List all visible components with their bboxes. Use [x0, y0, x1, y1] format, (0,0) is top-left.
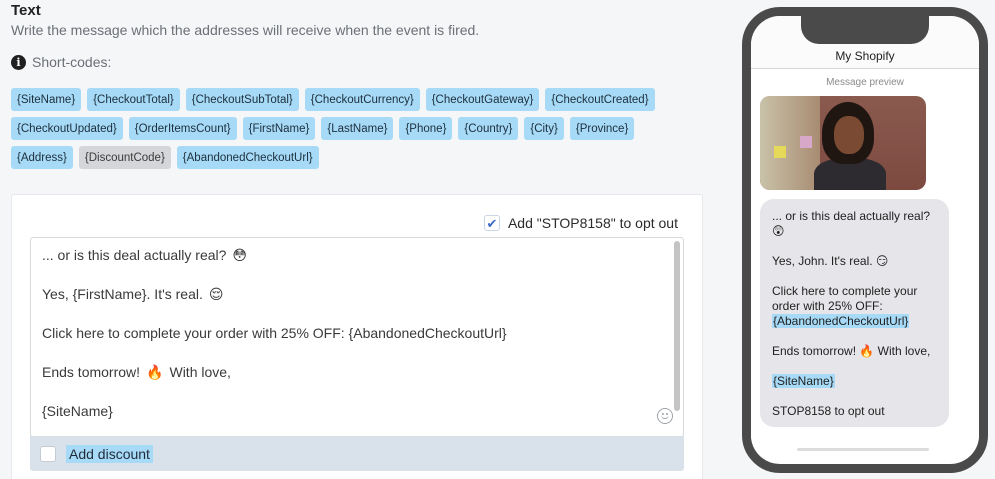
section-description: Write the message which the addresses wi… [11, 22, 480, 38]
message-editor-card: ✔ Add "STOP8158" to opt out ... or is th… [11, 194, 703, 479]
shortcode-chip[interactable]: {CheckoutCreated} [545, 88, 655, 111]
shortcodes-header: i Short-codes: [11, 54, 111, 70]
shortcode-chip[interactable]: {CheckoutCurrency} [304, 88, 420, 111]
surprised-emoji-icon: 😲 [772, 224, 785, 238]
message-line-text: Yes, {FirstName}. It's real. [42, 286, 203, 302]
shortcode-chip[interactable]: {Phone} [399, 117, 453, 140]
relieved-emoji-icon: 😌 [208, 286, 224, 302]
message-textarea[interactable]: ... or is this deal actually real? 😳 Yes… [30, 237, 684, 437]
message-text-section: Text Write the message which the address… [0, 0, 720, 479]
shortcode-chip[interactable]: {Address} [11, 146, 73, 169]
astonished-emoji-icon: 😳 [232, 247, 248, 263]
message-preview-label: Message preview [826, 77, 904, 88]
message-line-text: Click here to complete your order with 2… [42, 325, 507, 341]
smirk-emoji-icon: 😏 [875, 254, 889, 268]
shortcode-chip[interactable]: {Province} [569, 117, 635, 140]
message-line-text: {SiteName} [42, 403, 113, 419]
emoji-picker-icon[interactable] [657, 408, 673, 424]
shortcode-chip[interactable]: {SiteName} [11, 88, 82, 111]
bubble-line: ... or is this deal actually real? 😲 [772, 209, 931, 238]
shortcode-list: {SiteName} {CheckoutTotal} {CheckoutSubTot… [11, 88, 701, 169]
fire-emoji-icon: 🔥 [146, 364, 164, 380]
check-icon: ✔ [486, 215, 498, 231]
shortcode-chip[interactable]: {LastName} [321, 117, 394, 140]
message-line: ... or is this deal actually real? 😳 [42, 247, 659, 286]
phone-preview: My Shopify Message preview ... or is thi… [742, 7, 988, 473]
optout-toggle[interactable]: ✔ Add "STOP8158" to opt out [483, 215, 678, 231]
bubble-line: Click here to complete your order with 2… [772, 284, 918, 328]
home-indicator [797, 448, 929, 451]
phone-title: My Shopify [835, 49, 895, 63]
section-title: Text [11, 2, 41, 19]
shortcode-chip[interactable]: {CheckoutTotal} [87, 88, 180, 111]
shortcode-chip[interactable]: {Country} [458, 117, 519, 140]
message-line: Click here to complete your order with 2… [42, 325, 659, 364]
optout-checkbox[interactable]: ✔ [483, 215, 500, 231]
shortcode-chip[interactable]: {CheckoutSubTotal} [185, 88, 299, 111]
add-discount-checkbox[interactable] [40, 445, 56, 462]
phone-body: Message preview ... or is this deal actu… [751, 69, 979, 459]
shortcode-chip[interactable]: {CheckoutUpdated} [11, 117, 123, 140]
shortcode-chip[interactable]: {FirstName} [242, 117, 316, 140]
bubble-line: STOP8158 to opt out [772, 404, 885, 418]
message-line: Yes, {FirstName}. It's real. 😌 [42, 286, 659, 325]
add-discount-label: Add discount [66, 444, 153, 463]
shortcode-highlight: {SiteName} [772, 374, 835, 388]
shortcode-chip[interactable]: {OrderItemsCount} [128, 117, 237, 140]
message-line-text: Ends tomorrow! [42, 364, 141, 380]
shortcode-highlight: {AbandonedCheckoutUrl} [772, 314, 910, 328]
message-bubble: ... or is this deal actually real? 😲 Yes,… [760, 199, 949, 427]
bubble-line: Ends tomorrow! 🔥 With love, [772, 344, 931, 358]
shortcode-chip[interactable]: {AbandonedCheckoutUrl} [176, 146, 319, 169]
message-line: Ends tomorrow! 🔥 With love, [42, 364, 659, 403]
message-line-text: With love, [169, 364, 231, 380]
shortcode-chip[interactable]: {CheckoutGateway} [425, 88, 540, 111]
bubble-line: Yes, John. It's real. 😏 [772, 254, 889, 268]
fire-emoji-icon: 🔥 [859, 344, 875, 358]
info-icon: i [11, 54, 26, 70]
shortcode-chip[interactable]: {DiscountCode} [78, 146, 171, 169]
shortcode-chip[interactable]: {City} [524, 117, 564, 140]
textarea-scrollbar[interactable] [674, 241, 680, 411]
mms-image [760, 96, 926, 190]
shortcodes-label: Short-codes: [32, 54, 112, 70]
bubble-line: {SiteName} [772, 374, 937, 389]
add-discount-toggle[interactable]: Add discount [30, 436, 684, 471]
optout-label: Add "STOP8158" to opt out [507, 215, 678, 231]
message-line-text: ... or is this deal actually real? [42, 247, 227, 263]
phone-notch [801, 16, 929, 44]
